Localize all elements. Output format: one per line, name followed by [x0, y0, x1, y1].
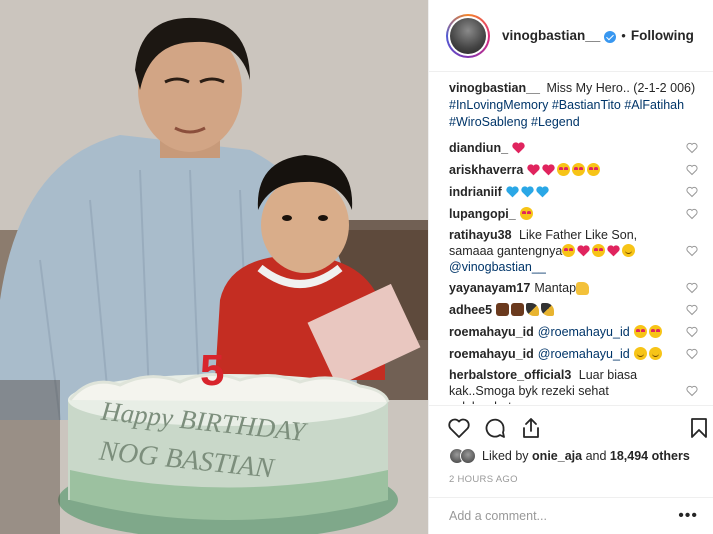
smile-emoji-icon — [622, 244, 636, 257]
heart-eyes-emoji-icon — [519, 207, 533, 220]
comment-emoji — [496, 302, 556, 318]
comment-username[interactable]: yayanayam17 — [449, 280, 530, 296]
action-bar — [429, 405, 713, 445]
comment-row: diandiun_ — [449, 137, 698, 159]
like-comment-heart-icon[interactable] — [686, 142, 698, 154]
post-header: vinogbastian__ • Following — [429, 0, 713, 72]
red-heart-emoji-icon — [542, 164, 556, 176]
chocolate-emoji-icon — [496, 303, 510, 316]
post-photo[interactable]: Happy BIRTHDAY NOG BASTIAN 5 — [0, 0, 428, 534]
comment-username[interactable]: ariskhaverra — [449, 162, 523, 178]
comment-row: roemahayu_id @roemahayu_id — [449, 343, 698, 365]
likes-and: and — [585, 449, 607, 463]
like-comment-heart-icon[interactable] — [686, 348, 698, 360]
heart-eyes-emoji-icon — [587, 163, 601, 176]
caption-hashtags[interactable]: #InLovingMemory #BastianTito #AlFatihah … — [449, 98, 684, 129]
post-photo-art: Happy BIRTHDAY NOG BASTIAN 5 — [0, 0, 428, 534]
heart-eyes-emoji-icon — [592, 244, 606, 257]
heart-eyes-emoji-icon — [562, 244, 576, 257]
rocket-emoji-icon — [526, 303, 540, 316]
comment-username[interactable]: roemahayu_id — [449, 324, 534, 340]
like-comment-heart-icon[interactable] — [686, 304, 698, 316]
likes-count[interactable]: 18,494 others — [610, 449, 690, 463]
rocket-emoji-icon — [541, 303, 555, 316]
like-heart-icon[interactable] — [447, 416, 471, 440]
comment-emoji — [562, 244, 637, 258]
bookmark-save-icon[interactable] — [687, 416, 711, 440]
like-comment-heart-icon[interactable] — [686, 282, 698, 294]
add-comment-input[interactable] — [449, 509, 679, 523]
comment-row: roemahayu_id @roemahayu_id — [449, 321, 698, 343]
comment-username[interactable]: indrianiif — [449, 184, 502, 200]
heart-eyes-emoji-icon — [633, 325, 647, 338]
blue-heart-emoji-icon — [506, 186, 519, 198]
comment-username[interactable]: adhee5 — [449, 302, 492, 318]
likes-first-user[interactable]: onie_aja — [532, 449, 582, 463]
comment-mention[interactable]: @roemahayu_id — [538, 324, 630, 340]
comment-username[interactable]: ratihayu38 — [449, 228, 512, 242]
comment-row: yayanayam17 Mantap — [449, 277, 698, 299]
like-comment-heart-icon[interactable] — [686, 326, 698, 338]
comment-username[interactable]: diandiun_ — [449, 140, 508, 156]
like-comment-heart-icon[interactable] — [686, 164, 698, 176]
candle-number: 5 — [200, 346, 224, 395]
heart-eyes-emoji-icon — [572, 163, 586, 176]
comment-emoji — [506, 184, 551, 200]
like-comment-heart-icon[interactable] — [686, 186, 698, 198]
comments-list[interactable]: vinogbastian__ Miss My Hero.. (2-1-2 006… — [429, 80, 713, 404]
blue-heart-emoji-icon — [536, 186, 549, 198]
liker-avatar — [460, 448, 476, 464]
comment-text: Mantap — [534, 281, 577, 295]
red-heart-emoji-icon — [607, 245, 620, 257]
smile-emoji-icon — [648, 347, 662, 360]
like-comment-heart-icon[interactable] — [686, 385, 698, 397]
heart-eyes-emoji-icon — [648, 325, 662, 338]
header-separator: • — [621, 28, 626, 43]
comment-emoji — [633, 324, 664, 340]
caption-username[interactable]: vinogbastian__ — [449, 81, 540, 95]
chocolate-emoji-icon — [511, 303, 525, 316]
red-heart-emoji-icon — [512, 142, 525, 154]
comment-row: herbalstore_official3 Luar biasa kak..Sm… — [449, 365, 698, 404]
post-sidebar: vinogbastian__ • Following vinogbastian_… — [428, 0, 713, 534]
comment-emoji — [512, 140, 527, 156]
more-options-icon[interactable]: ••• — [678, 507, 698, 525]
comment-mention[interactable]: @roemahayu_id — [538, 346, 630, 362]
likes-prefix: Liked by — [482, 449, 529, 463]
smile-emoji-icon — [633, 347, 647, 360]
add-comment-bar: ••• — [429, 497, 713, 534]
red-heart-emoji-icon — [577, 245, 590, 257]
comment-username[interactable]: lupangopi_ — [449, 206, 516, 222]
comment-emoji — [519, 206, 535, 222]
comment-row: ariskhaverra — [449, 159, 698, 181]
comment-emoji — [527, 162, 602, 178]
verified-badge-icon — [604, 30, 617, 43]
comment-username[interactable]: herbalstore_official3 — [449, 368, 571, 382]
heart-eyes-emoji-icon — [557, 163, 571, 176]
profile-avatar[interactable] — [446, 13, 490, 58]
comment-bubble-icon[interactable] — [483, 416, 507, 440]
comment-username[interactable]: roemahayu_id — [449, 346, 534, 362]
like-comment-heart-icon[interactable] — [686, 208, 698, 220]
comment-emoji — [633, 346, 664, 362]
likes-summary[interactable]: Liked by onie_aja and 18,494 others — [449, 446, 690, 466]
comment-row: indrianiif — [449, 181, 698, 203]
share-upload-icon[interactable] — [519, 416, 543, 440]
blue-heart-emoji-icon — [521, 186, 534, 198]
caption-text: Miss My Hero.. (2-1-2 006) — [546, 81, 696, 95]
post-timestamp[interactable]: 2 HOURS AGO — [449, 474, 518, 485]
like-comment-heart-icon[interactable] — [686, 245, 698, 257]
following-button[interactable]: Following — [631, 28, 694, 43]
comment-row: lupangopi_ — [449, 203, 698, 225]
post-caption: vinogbastian__ Miss My Hero.. (2-1-2 006… — [449, 80, 698, 131]
red-heart-emoji-icon — [527, 164, 541, 176]
comment-mention[interactable]: @vinogbastian__ — [449, 260, 546, 274]
thumbs-up-emoji-icon — [576, 281, 590, 295]
header-username[interactable]: vinogbastian__ — [502, 28, 600, 43]
comment-row: ratihayu38 Like Father Like Son, samaaa … — [449, 225, 698, 277]
comment-row: adhee5 — [449, 299, 698, 321]
